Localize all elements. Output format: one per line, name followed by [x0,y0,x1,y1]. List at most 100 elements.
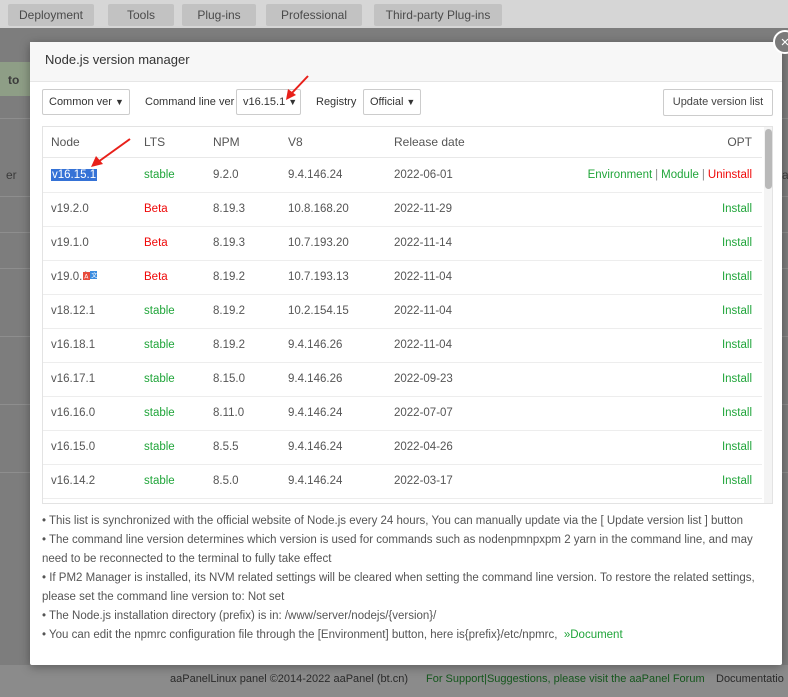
install-link[interactable]: Install [722,475,752,487]
npm-version-cell: 8.5.0 [213,475,239,487]
v8-version-cell: 9.4.146.26 [288,373,343,385]
dialog-title: Node.js version manager [45,52,190,67]
opt-cell: Install [722,407,752,419]
install-link[interactable]: Install [722,407,752,419]
translate-icon[interactable]: A 文 [83,271,97,281]
tab-plugins[interactable]: Plug-ins [182,4,256,26]
link-separator: | [655,169,659,181]
environment-link[interactable]: Environment [588,169,653,181]
opt-cell: Install [722,339,752,351]
table-header: Node LTS NPM V8 Release date OPT [43,127,762,158]
table-scrollbar[interactable] [764,127,772,503]
tab-tools[interactable]: Tools [108,4,174,26]
opt-cell: Install [722,203,752,215]
install-link[interactable]: Install [722,305,752,317]
lts-cell: stable [144,475,175,487]
opt-cell: Install [722,237,752,249]
annotation-arrow-icon [286,75,309,100]
chevron-down-icon: ▼ [406,97,416,107]
table-row: v16.15.0 stable 8.5.5 9.4.146.24 2022-04-26 I… [43,431,762,465]
install-link[interactable]: Install [722,203,752,215]
npm-version-cell: 8.19.3 [213,203,245,215]
column-header-lts: LTS [144,135,166,149]
opt-cell: Install [722,271,752,283]
lts-cell: Beta [144,237,168,249]
column-header-release-date: Release date [394,135,465,149]
table-row: v16.16.0 stable 8.11.0 9.4.146.24 2022-07-07… [43,397,762,431]
release-date-cell: 2022-06-01 [394,169,453,181]
opt-cell: Environment | Module | Uninstall [588,169,752,181]
update-version-list-button[interactable]: Update version list [663,89,773,116]
v8-version-cell: 9.4.146.24 [288,169,343,181]
table-row: v16.17.1 stable 8.15.0 9.4.146.26 2022-09-23… [43,363,762,397]
command-line-label: Command line ver [145,96,235,108]
registry-select[interactable]: Official ▼ [363,89,421,115]
lts-cell: stable [144,305,175,317]
v8-version-cell: 10.8.168.20 [288,203,349,215]
note-text: • You can edit the npmrc configuration f… [42,629,558,641]
annotation-arrow-icon [91,138,131,167]
release-date-cell: 2022-11-04 [394,271,452,283]
common-version-select[interactable]: Common ver ▼ [42,89,130,115]
column-header-node: Node [51,135,80,149]
node-version-cell: v16.15.0 [51,441,96,453]
release-date-cell: 2022-09-23 [394,373,453,385]
install-link[interactable]: Install [722,339,752,351]
note-item: • The Node.js installation directory (pr… [42,610,437,622]
npm-version-cell: 8.19.3 [213,237,245,249]
svg-text:文: 文 [91,272,97,280]
note-item: • If PM2 Manager is installed, its NVM r… [42,572,755,603]
column-header-v8: V8 [288,135,303,149]
tab-third-party-plugins[interactable]: Third-party Plug-ins [374,4,502,26]
dialog-header: Node.js version manager [30,42,782,82]
uninstall-link[interactable]: Uninstall [708,169,752,181]
node-version-cell: v16.17.1 [51,373,96,385]
npm-version-cell: 8.19.2 [213,339,245,351]
background-footer: aaPanelLinux panel ©2014-2022 aaPanel (b… [0,665,788,697]
version-table: Node LTS NPM V8 Release date OPT v16.15.… [42,126,773,504]
tab-professional[interactable]: Professional [266,4,362,26]
note-item: • This list is synchronized with the off… [42,515,744,527]
release-date-cell: 2022-04-26 [394,441,453,453]
node-version-cell: v16.15.1 [51,169,98,181]
footer-docs-link[interactable]: Documentatio [716,673,784,685]
note-item: • You can edit the npmrc configuration f… [42,626,778,645]
npm-version-cell: 8.11.0 [213,407,245,419]
link-separator: | [701,169,705,181]
document-link[interactable]: »Document [564,629,623,641]
v8-version-cell: 9.4.146.26 [288,339,343,351]
common-version-value: Common ver [49,96,112,108]
install-link[interactable]: Install [722,373,752,385]
npm-version-cell: 8.15.0 [213,373,245,385]
registry-label: Registry [316,96,357,108]
column-header-opt: OPT [727,135,752,149]
module-link[interactable]: Module [661,169,699,181]
release-date-cell: 2022-03-17 [394,475,453,487]
release-date-cell: 2022-07-07 [394,407,453,419]
install-link[interactable]: Install [722,271,752,283]
scrollbar-thumb[interactable] [765,129,772,189]
lts-cell: stable [144,407,175,419]
install-link[interactable]: Install [722,237,752,249]
lts-cell: stable [144,339,175,351]
tab-deployment[interactable]: Deployment [8,4,94,26]
opt-cell: Install [722,441,752,453]
release-date-cell: 2022-11-29 [394,203,452,215]
lts-cell: stable [144,373,175,385]
notes-list: • This list is synchronized with the off… [42,512,778,645]
nodejs-version-manager-dialog: Node.js version manager Common ver ▼ Comm… [30,42,782,665]
table-row: v16.18.1 stable 8.19.2 9.4.146.26 2022-11-04… [43,329,762,363]
node-version-cell: v16.14.2 [51,475,96,487]
column-header-npm: NPM [213,135,240,149]
node-version-cell: v16.16.0 [51,407,96,419]
footer-support-link[interactable]: For Support|Suggestions, please visit th… [426,673,705,685]
install-link[interactable]: Install [722,441,752,453]
npm-version-cell: 9.2.0 [213,169,239,181]
release-date-cell: 2022-11-14 [394,237,452,249]
table-row: v19.2.0 Beta 8.19.3 10.8.168.20 2022-11-29 In… [43,193,762,227]
table-row: v16.15.1 stable 9.2.0 9.4.146.24 2022-06-01 E… [43,159,762,193]
opt-cell: Install [722,305,752,317]
registry-value: Official [370,96,404,108]
node-version-cell: v18.12.1 [51,305,96,317]
v8-version-cell: 10.7.193.13 [288,271,349,283]
